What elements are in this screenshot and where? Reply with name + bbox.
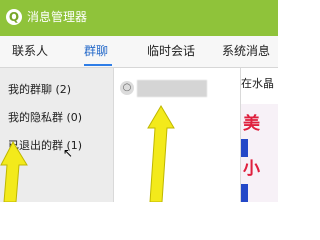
tab-system-messages[interactable]: 系统消息 bbox=[222, 36, 270, 67]
active-tab-indicator bbox=[84, 64, 112, 66]
message-preview-text: 在水晶 bbox=[241, 77, 274, 90]
promo-red-char-1: 美 bbox=[243, 114, 260, 134]
category-tabs: 联系人 群聊 临时会话 系统消息 bbox=[0, 36, 278, 68]
group-name-redacted bbox=[137, 80, 207, 97]
sidebar-item-count: (0) bbox=[66, 111, 83, 124]
sidebar-item-label: 我的隐私群 bbox=[8, 111, 63, 124]
promo-blue-bar-1 bbox=[241, 139, 248, 157]
group-list-panel: ○ bbox=[114, 68, 241, 202]
sidebar-item-exited-groups[interactable]: 已退出的群 (1) bbox=[0, 134, 113, 158]
tab-contacts[interactable]: 联系人 bbox=[12, 36, 48, 67]
promo-red-char-2: 小 bbox=[243, 159, 260, 179]
promo-blue-bar-2 bbox=[241, 184, 248, 202]
tab-group-chat[interactable]: 群聊 bbox=[84, 36, 108, 67]
qq-logo-icon: Q bbox=[6, 9, 22, 25]
sidebar-item-my-groups[interactable]: 我的群聊 (2) bbox=[0, 78, 113, 102]
title-bar: Q 消息管理器 bbox=[0, 0, 278, 36]
group-category-sidebar: 我的群聊 (2) 我的隐私群 (0) 已退出的群 (1) bbox=[0, 68, 114, 202]
sidebar-item-private-groups[interactable]: 我的隐私群 (0) bbox=[0, 106, 113, 130]
window-title: 消息管理器 bbox=[27, 10, 88, 24]
sidebar-item-count: (2) bbox=[55, 83, 72, 96]
sidebar-item-label: 我的群聊 bbox=[8, 83, 52, 96]
message-manager-window: Q 消息管理器 联系人 群聊 临时会话 系统消息 我的群聊 (2) 我的隐私群 … bbox=[0, 0, 278, 202]
mouse-pointer-icon: ↖ bbox=[63, 146, 74, 160]
list-item[interactable]: ○ bbox=[114, 78, 240, 100]
group-avatar-icon: ○ bbox=[120, 81, 134, 95]
message-preview-panel: 在水晶 美 小 bbox=[241, 68, 278, 202]
promo-image: 美 小 bbox=[241, 104, 278, 202]
sidebar-item-label: 已退出的群 bbox=[8, 139, 63, 152]
tab-temporary-chat[interactable]: 临时会话 bbox=[147, 36, 195, 67]
